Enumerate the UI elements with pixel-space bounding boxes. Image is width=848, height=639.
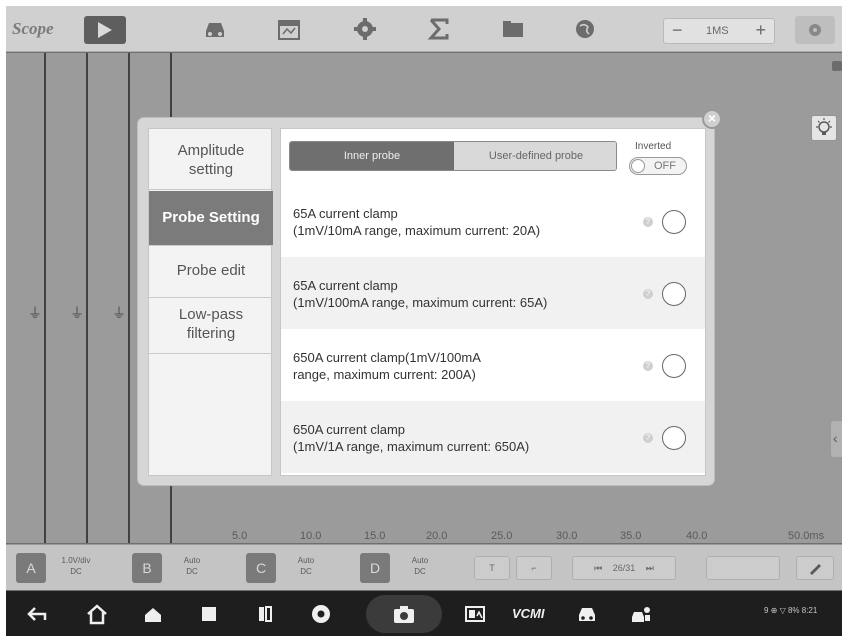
probe-type-tabs: Inner probe User-defined probe: [289, 141, 617, 171]
inverted-toggle[interactable]: OFF: [629, 157, 687, 175]
close-dialog-button[interactable]: ×: [702, 109, 722, 129]
sidebar-item-probe-setting[interactable]: Probe Setting: [149, 191, 273, 245]
close-icon: ×: [707, 110, 717, 126]
probe-option-radio[interactable]: [662, 282, 686, 306]
sidebar-item-low-pass-filtering[interactable]: Low-pass filtering: [149, 305, 273, 343]
probe-option-radio[interactable]: [662, 354, 686, 378]
probe-option[interactable]: 650A current clamp(1mV/100mA range, maxi…: [281, 329, 705, 401]
help-icon[interactable]: ?: [643, 361, 653, 371]
sidebar-divider: [149, 297, 273, 298]
probe-option-label: 650A current clamp(1mV/100mA range, maxi…: [293, 350, 481, 382]
probe-option-label: 650A current clamp (1mV/1A range, maximu…: [293, 422, 530, 454]
probe-option-radio[interactable]: [662, 210, 686, 234]
probe-option-label: 65A current clamp (1mV/100mA range, maxi…: [293, 278, 548, 310]
sidebar-item-amplitude-setting[interactable]: Amplitude setting: [149, 141, 273, 179]
probe-option[interactable]: 65A current clamp (1mV/100mA range, maxi…: [281, 257, 705, 329]
probe-settings-dialog: Amplitude setting Probe Setting Probe ed…: [138, 118, 714, 485]
probe-option[interactable]: 65A current clamp (1mV/10mA range, maxim…: [281, 185, 705, 257]
probe-settings-panel: Inner probe User-defined probe Inverted …: [280, 128, 706, 476]
tab-user-defined-probe[interactable]: User-defined probe: [454, 142, 616, 170]
probe-option[interactable]: 650A current clamp (1mV/1A range, maximu…: [281, 401, 705, 473]
probe-option-radio[interactable]: [662, 426, 686, 450]
help-icon[interactable]: ?: [643, 217, 653, 227]
sidebar-item-probe-edit[interactable]: Probe edit: [149, 261, 273, 280]
tablet-screen: Scope − 1MS + ⏚ ⏚ ⏚ 5.0 10.0 15.0 20.0 2…: [6, 6, 842, 636]
tab-inner-probe[interactable]: Inner probe: [290, 142, 454, 170]
sidebar-divider: [149, 353, 273, 354]
toggle-knob: [631, 159, 645, 173]
settings-sidebar: Amplitude setting Probe Setting Probe ed…: [148, 128, 273, 476]
help-icon[interactable]: ?: [643, 289, 653, 299]
inverted-state: OFF: [654, 160, 676, 172]
sidebar-divider: [149, 245, 273, 246]
help-icon[interactable]: ?: [643, 433, 653, 443]
inverted-label: Inverted: [635, 141, 672, 152]
sidebar-divider: [149, 189, 273, 190]
probe-option-label: 65A current clamp (1mV/10mA range, maxim…: [293, 206, 541, 238]
